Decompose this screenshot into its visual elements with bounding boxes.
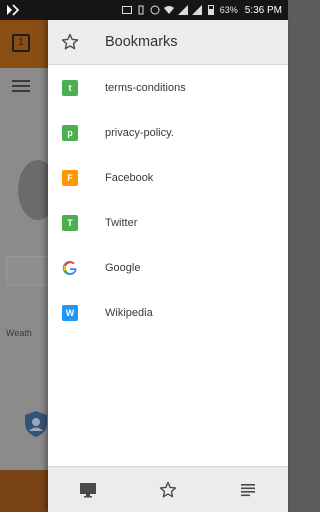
wifi-icon bbox=[163, 6, 174, 14]
bookmark-label: Twitter bbox=[105, 216, 138, 229]
reading-list-icon bbox=[241, 483, 255, 496]
bookmark-label: privacy-policy. bbox=[105, 126, 174, 139]
app-notification-icon bbox=[7, 4, 20, 16]
bookmarks-drawer: Bookmarks t terms-conditions p privacy-p… bbox=[48, 20, 288, 512]
favicon-icon: F bbox=[62, 169, 78, 186]
bookmarks-button[interactable] bbox=[148, 470, 188, 510]
favicon-icon: p bbox=[62, 124, 78, 141]
tab-count-button[interactable]: 1 bbox=[12, 34, 30, 52]
clock: 5:36 PM bbox=[244, 4, 282, 16]
google-favicon-icon bbox=[62, 260, 77, 275]
favicon-icon: W bbox=[62, 304, 78, 321]
star-outline-icon[interactable] bbox=[61, 33, 79, 51]
bookmark-item-google[interactable]: Google bbox=[48, 245, 288, 290]
battery-icon bbox=[207, 5, 214, 15]
favicon-icon: T bbox=[62, 214, 78, 231]
bookmark-item-facebook[interactable]: F Facebook bbox=[48, 155, 288, 200]
drawer-title: Bookmarks bbox=[105, 34, 178, 50]
bookmark-label: terms-conditions bbox=[105, 81, 186, 94]
bookmark-label: Google bbox=[105, 261, 141, 274]
vibrate-icon bbox=[138, 5, 144, 15]
status-bar: 63% 5:36 PM bbox=[0, 0, 288, 20]
star-icon bbox=[159, 481, 177, 497]
bookmark-label: Wikipedia bbox=[105, 306, 153, 319]
cast-icon bbox=[121, 6, 132, 14]
signal-2-icon bbox=[191, 5, 202, 15]
battery-percent: 63% bbox=[219, 5, 238, 15]
drawer-footer bbox=[48, 466, 288, 512]
reading-list-button[interactable] bbox=[228, 470, 268, 510]
favicon-icon: t bbox=[62, 79, 78, 96]
alarm-icon bbox=[150, 5, 160, 15]
signal-1-icon bbox=[177, 5, 188, 15]
desktop-button[interactable] bbox=[68, 470, 108, 510]
bookmark-label: Facebook bbox=[105, 171, 154, 184]
bookmark-list: t terms-conditions p privacy-policy. F F… bbox=[48, 65, 288, 335]
bookmark-item-wikipedia[interactable]: W Wikipedia bbox=[48, 290, 288, 335]
weather-label: Weath bbox=[6, 328, 32, 338]
bookmark-item-terms-conditions[interactable]: t terms-conditions bbox=[48, 65, 288, 110]
desktop-icon bbox=[80, 482, 96, 497]
menu-icon[interactable] bbox=[12, 80, 30, 92]
shield-icon bbox=[25, 411, 47, 437]
drawer-header: Bookmarks bbox=[48, 20, 288, 65]
bookmark-item-twitter[interactable]: T Twitter bbox=[48, 200, 288, 245]
bookmark-item-privacy-policy[interactable]: p privacy-policy. bbox=[48, 110, 288, 155]
